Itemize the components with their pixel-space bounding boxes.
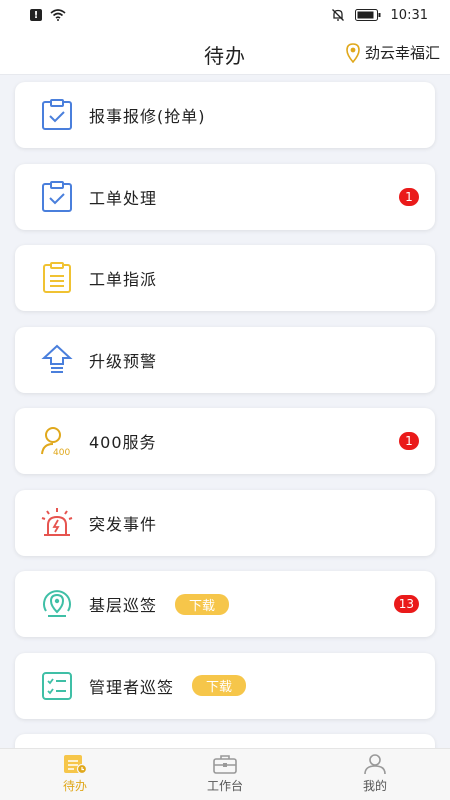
tab-mine[interactable]: 我的 [300, 749, 450, 800]
checklist-icon [39, 668, 75, 704]
header: 待办 劲云幸福汇 [0, 30, 450, 75]
tab-label: 工作台 [206, 779, 243, 793]
wifi-icon [50, 9, 66, 21]
list-item-label: 基层巡签 [89, 596, 158, 615]
service-400-icon: 400 [39, 423, 75, 459]
list-item-upgrade-warning[interactable]: 升级预警 [15, 326, 435, 393]
mute-bell-icon [331, 9, 344, 21]
alarm-siren-icon [39, 505, 75, 541]
clipboard-check-icon [39, 179, 75, 215]
list-item-dispatch[interactable]: 工单指派 [15, 245, 435, 311]
count-badge: 13 [393, 595, 419, 613]
status-bar: ! 10:31 [0, 0, 450, 30]
list-item-400-service[interactable]: 400 400服务 1 [15, 408, 435, 474]
list-item-repair-grab[interactable]: 报事报修(抢单) [15, 82, 435, 148]
count-badge: 1 [399, 432, 419, 450]
tab-todo[interactable]: 待办 [0, 749, 150, 800]
list-item-emergency[interactable]: 突发事件 [15, 489, 435, 556]
count-badge: 1 [399, 187, 419, 206]
location-pin-icon [346, 42, 360, 63]
battery-icon [354, 9, 381, 21]
upgrade-arrow-icon [39, 342, 75, 378]
list-item-label: 工单指派 [89, 270, 158, 289]
list-item-label: 400服务 [89, 433, 157, 452]
tab-workbench[interactable]: 工作台 [150, 749, 300, 800]
list-item-manager-patrol[interactable]: 管理者巡签 下载 [15, 652, 435, 719]
svg-text:400: 400 [53, 448, 70, 458]
patrol-location-icon [39, 586, 75, 622]
user-icon [364, 754, 386, 775]
tab-label: 待办 [62, 779, 87, 793]
download-tag[interactable]: 下载 [192, 675, 247, 696]
clipboard-list-icon [39, 260, 75, 296]
tab-label: 我的 [362, 779, 387, 793]
alert-icon: ! [30, 9, 42, 21]
todo-list: 报事报修(抢单) 工单处理 1 工单指派 升级预警 400 400服务 1 突发… [15, 82, 435, 754]
list-item-label: 管理者巡签 [89, 677, 175, 697]
download-tag[interactable]: 下载 [175, 593, 230, 615]
list-item-work-order[interactable]: 工单处理 1 [15, 163, 435, 230]
list-item-basic-patrol[interactable]: 基层巡签 下载 13 [15, 571, 435, 637]
list-item-label: 报事报修(抢单) [89, 107, 206, 126]
clipboard-check-icon [39, 97, 75, 133]
list-item-label: 突发事件 [89, 514, 158, 534]
location-selector[interactable]: 劲云幸福汇 [345, 42, 440, 63]
location-name: 劲云幸福汇 [364, 44, 440, 62]
toolbox-icon [213, 755, 237, 774]
status-time: 10:31 [390, 7, 428, 23]
bottom-tab-bar: 待办 工作台 我的 [0, 748, 450, 800]
list-item-label: 工单处理 [89, 188, 158, 208]
todo-icon [64, 755, 88, 775]
list-item-label: 升级预警 [89, 351, 158, 371]
